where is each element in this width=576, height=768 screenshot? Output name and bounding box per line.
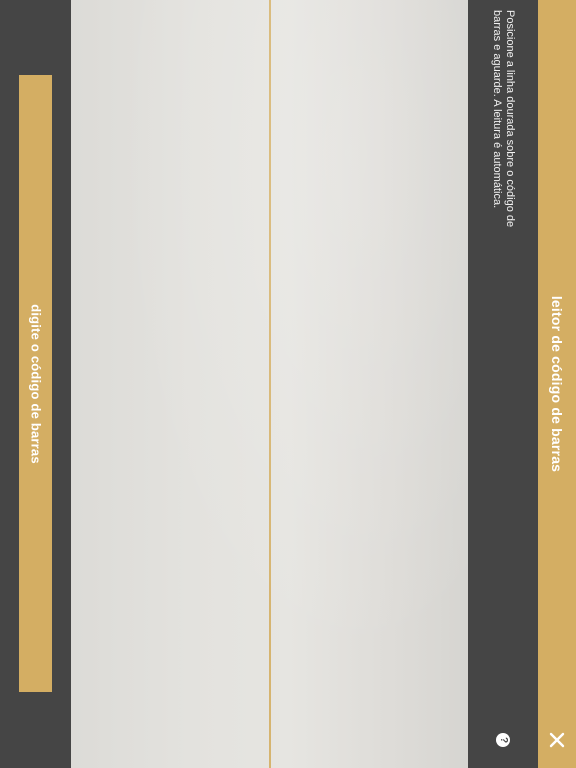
manual-entry-panel: digite o código de barras bbox=[0, 0, 71, 768]
info-panel: Posicione a linha dourada sobre o código… bbox=[468, 0, 538, 768]
close-icon bbox=[549, 732, 565, 748]
camera-viewport bbox=[71, 0, 468, 768]
close-button[interactable] bbox=[547, 730, 567, 750]
instructions-text: Posicione a linha dourada sobre o código… bbox=[491, 10, 516, 228]
help-icon: ? bbox=[498, 736, 509, 744]
title-bar: leitor de código de barras bbox=[538, 0, 576, 768]
manual-entry-label: digite o código de barras bbox=[28, 303, 43, 464]
scan-line bbox=[269, 0, 271, 768]
page-title: leitor de código de barras bbox=[549, 295, 565, 473]
help-button[interactable]: ? bbox=[496, 733, 510, 747]
manual-entry-button[interactable]: digite o código de barras bbox=[19, 75, 52, 692]
barcode-scanner-screen: digite o código de barras Posicione a li… bbox=[0, 0, 576, 768]
instructions: Posicione a linha dourada sobre o código… bbox=[490, 10, 516, 230]
